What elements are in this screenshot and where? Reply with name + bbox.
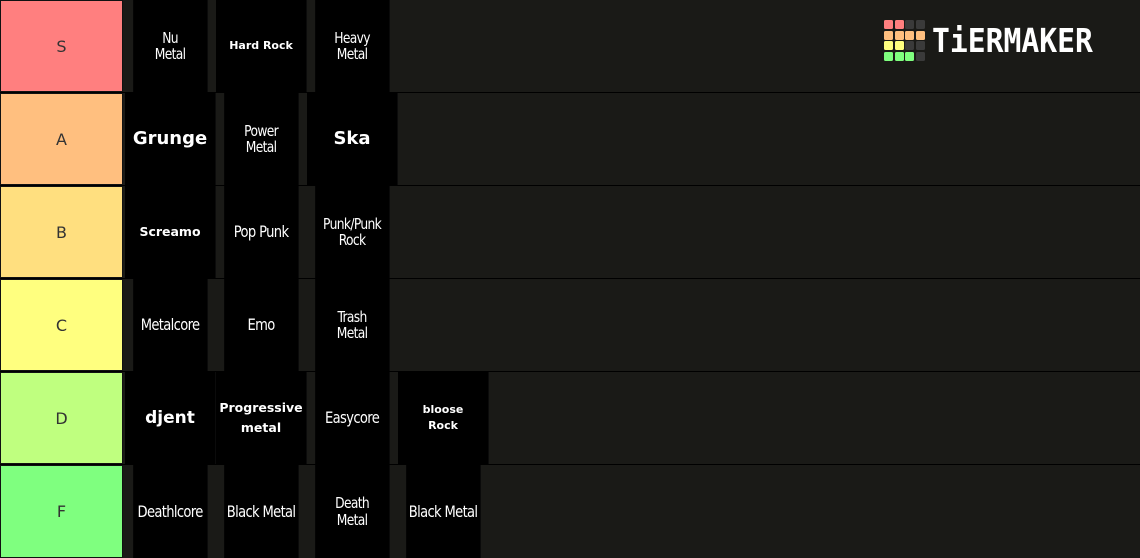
tier-label-s[interactable]: S — [0, 0, 123, 92]
tier-item-text: Heavy Metal — [334, 28, 370, 63]
tier-item[interactable]: Trash Metal — [315, 279, 390, 371]
logo-grid-cell — [905, 51, 914, 61]
tier-item[interactable]: Heavy Metal — [315, 0, 390, 92]
logo-grid-cell — [915, 51, 925, 61]
tier-item-text: Punk/Punk Rock — [323, 214, 382, 249]
logo-text: TiERMAKER — [931, 20, 1093, 60]
tier-item-text: bloose Rock — [422, 402, 464, 433]
tier-row-f: F Deathlcore Black Metal Death Metal Bla… — [0, 465, 1140, 558]
logo-grid-cell — [884, 20, 893, 29]
tier-item[interactable]: Screamo — [125, 186, 216, 278]
tier-item-text: Nu Metal — [154, 28, 186, 63]
tier-item-text: Black Metal — [408, 501, 478, 521]
logo-grid-cell — [884, 51, 893, 61]
tier-item-text: Hard Rock — [229, 38, 293, 52]
tier-item[interactable]: Deathlcore — [133, 465, 208, 558]
tier-item-text: Metalcore — [140, 315, 200, 335]
tier-item-text: Power Metal — [244, 121, 279, 156]
logo-grid-cell — [894, 51, 904, 61]
tier-item[interactable]: Emo — [224, 279, 299, 371]
tier-item-text: Emo — [247, 315, 276, 335]
logo-grid-icon — [884, 20, 925, 61]
tier-item[interactable]: Nu Metal — [133, 0, 208, 92]
tier-item-text: Pop Punk — [233, 222, 289, 242]
logo-grid-cell — [884, 41, 893, 50]
tier-item-text: Black Metal — [226, 501, 296, 521]
tier-item[interactable]: Grunge — [125, 93, 216, 185]
tier-list: S Nu Metal Hard Rock Heavy Metal A Grung… — [0, 0, 1140, 558]
tier-item[interactable]: djent — [125, 372, 216, 464]
tier-item[interactable]: Black Metal — [406, 465, 481, 558]
tier-item-text: Progressive metal — [219, 400, 303, 435]
logo-grid-cell — [915, 20, 925, 29]
logo-grid-cell — [894, 30, 904, 40]
tier-row-d: D djent Progressive metal Easycore bloos… — [0, 372, 1140, 464]
tier-item-text: Ska — [333, 128, 371, 150]
tier-item-text: Screamo — [139, 224, 201, 240]
logo-grid-cell — [894, 20, 904, 29]
tier-item[interactable]: Hard Rock — [216, 0, 307, 92]
tier-item[interactable]: Death Metal — [315, 465, 390, 558]
tier-item[interactable]: Metalcore — [133, 279, 208, 371]
logo-grid-cell — [905, 30, 914, 40]
logo-grid-cell — [915, 41, 925, 50]
tier-item[interactable]: Progressive metal — [216, 372, 307, 464]
logo-grid-cell — [884, 30, 893, 40]
tier-items-c[interactable]: Metalcore Emo Trash Metal — [123, 279, 1140, 371]
tier-item-text: Trash Metal — [336, 307, 368, 342]
tier-label-c[interactable]: C — [0, 279, 123, 371]
logo-grid-cell — [915, 30, 925, 40]
tier-item[interactable]: Easycore — [315, 372, 390, 464]
tier-item[interactable]: Black Metal — [224, 465, 299, 558]
tier-item[interactable]: bloose Rock — [398, 372, 489, 464]
tier-label-f[interactable]: F — [0, 465, 123, 558]
tiermaker-logo: TiERMAKER — [884, 20, 1110, 61]
tier-row-a: A Grunge Power Metal Ska — [0, 93, 1140, 185]
tier-item[interactable]: Pop Punk — [224, 186, 299, 278]
logo-grid-cell — [894, 41, 904, 50]
logo-grid-cell — [905, 20, 914, 29]
tier-item[interactable]: Power Metal — [224, 93, 299, 185]
tier-row-c: C Metalcore Emo Trash Metal — [0, 279, 1140, 371]
tier-item-text: Grunge — [132, 128, 208, 150]
tier-label-d[interactable]: D — [0, 372, 123, 464]
tier-item-text: Easycore — [325, 408, 380, 428]
tier-label-a[interactable]: A — [0, 93, 123, 185]
tier-item-text: djent — [145, 407, 195, 428]
tier-items-d[interactable]: djent Progressive metal Easycore bloose … — [123, 372, 1140, 464]
tier-label-b[interactable]: B — [0, 186, 123, 278]
tier-items-b[interactable]: Screamo Pop Punk Punk/Punk Rock — [123, 186, 1140, 278]
tier-items-f[interactable]: Deathlcore Black Metal Death Metal Black… — [123, 465, 1140, 558]
tier-item[interactable]: Ska — [307, 93, 398, 185]
tier-item-text: Deathlcore — [137, 501, 203, 521]
tier-item-text: Death Metal — [335, 494, 370, 529]
tier-item[interactable]: Punk/Punk Rock — [315, 186, 390, 278]
tier-items-a[interactable]: Grunge Power Metal Ska — [123, 93, 1140, 185]
logo-grid-cell — [905, 41, 914, 50]
tier-row-b: B Screamo Pop Punk Punk/Punk Rock — [0, 186, 1140, 278]
